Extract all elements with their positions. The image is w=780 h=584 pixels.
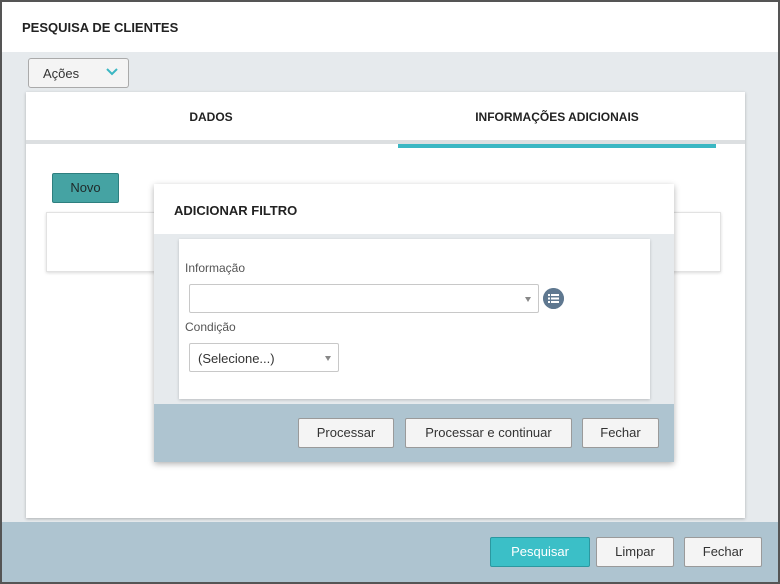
- information-select[interactable]: [189, 284, 539, 313]
- process-and-continue-button[interactable]: Processar e continuar: [405, 418, 572, 448]
- tab-dados-label: DADOS: [189, 110, 233, 124]
- list-icon[interactable]: [543, 288, 564, 309]
- condition-field-label: Condição: [185, 320, 236, 334]
- footer-bar: Pesquisar Limpar Fechar: [2, 522, 778, 582]
- search-button[interactable]: Pesquisar: [490, 537, 590, 567]
- new-button[interactable]: Novo: [52, 173, 119, 203]
- title-bar: PESQUISA DE CLIENTES: [2, 2, 778, 52]
- window-title: PESQUISA DE CLIENTES: [22, 20, 179, 35]
- information-field-label: Informação: [185, 261, 246, 275]
- close-button[interactable]: Fechar: [684, 537, 762, 567]
- dialog-footer: Processar Processar e continuar Fechar: [154, 404, 674, 462]
- add-filter-dialog: ADICIONAR FILTRO Informação Condição (Se…: [154, 184, 674, 462]
- search-window: PESQUISA DE CLIENTES Ações DADOS INFORMA…: [0, 0, 780, 584]
- dialog-close-button[interactable]: Fechar: [582, 418, 659, 448]
- condition-select-value: (Selecione...): [198, 351, 275, 366]
- tab-bar: DADOS INFORMAÇÕES ADICIONAIS: [26, 92, 745, 148]
- process-button[interactable]: Processar: [298, 418, 394, 448]
- dialog-body: Informação Condição (Selecione...): [179, 239, 650, 399]
- tab-informacoes-adicionais-label: INFORMAÇÕES ADICIONAIS: [475, 110, 639, 124]
- tab-informacoes-adicionais[interactable]: INFORMAÇÕES ADICIONAIS: [398, 92, 716, 148]
- dialog-header: ADICIONAR FILTRO: [154, 184, 674, 234]
- clear-button[interactable]: Limpar: [596, 537, 674, 567]
- dialog-title: ADICIONAR FILTRO: [174, 203, 298, 218]
- active-tab-indicator: [398, 144, 716, 148]
- actions-dropdown[interactable]: Ações: [28, 58, 129, 88]
- chevron-down-icon: [106, 68, 118, 76]
- tab-dados[interactable]: DADOS: [26, 92, 396, 144]
- condition-select[interactable]: (Selecione...): [189, 343, 339, 372]
- caret-down-icon: [325, 356, 331, 361]
- actions-dropdown-label: Ações: [43, 66, 80, 81]
- caret-down-icon: [525, 297, 531, 302]
